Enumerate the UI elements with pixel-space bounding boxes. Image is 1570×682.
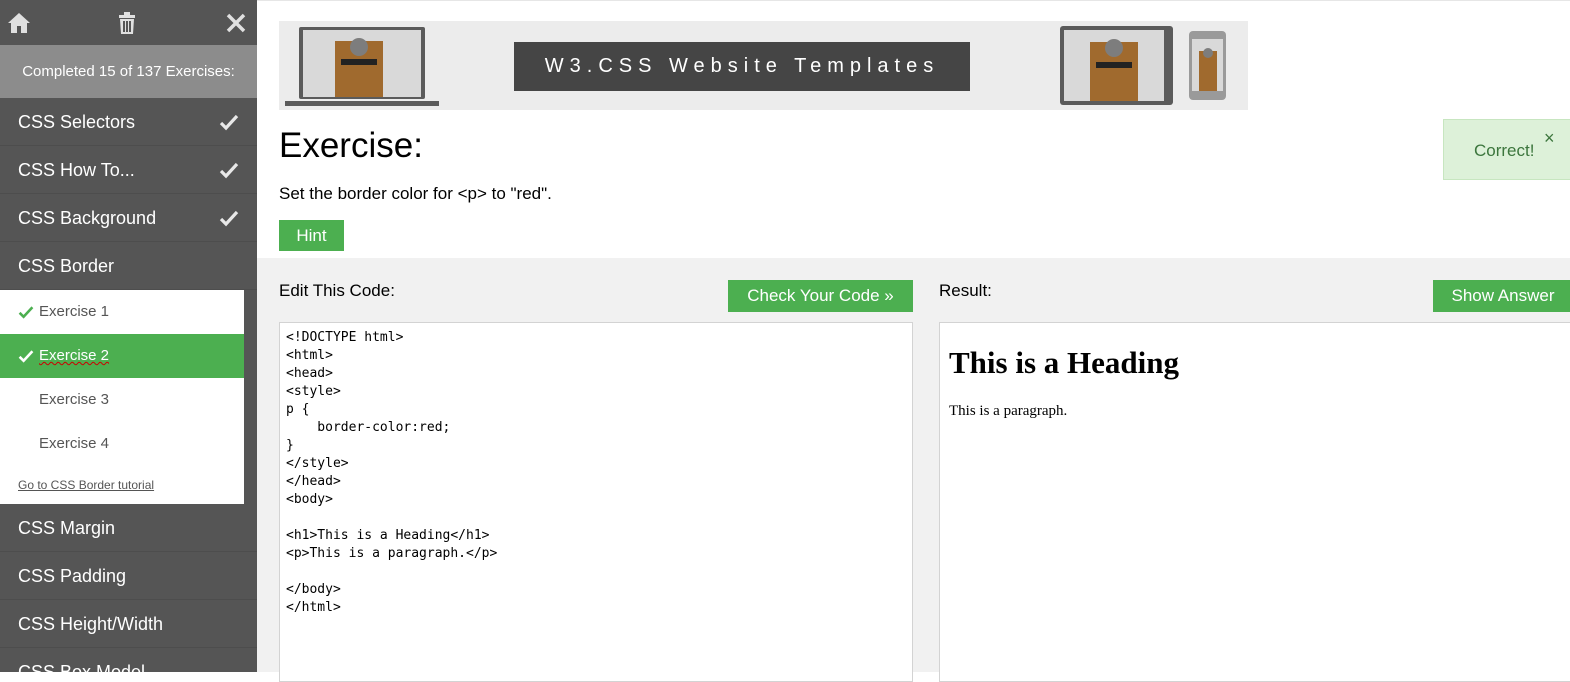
check-icon	[18, 306, 34, 319]
code-line: </html>	[286, 600, 341, 615]
code-line: }	[286, 438, 294, 453]
home-icon[interactable]	[6, 10, 32, 36]
code-line: p {	[286, 402, 310, 417]
result-frame: This is a Heading This is a paragraph.	[939, 322, 1570, 682]
code-editor[interactable]: <!DOCTYPE html> <html> <head> <style> p { bo…	[279, 322, 913, 682]
check-icon	[18, 350, 34, 363]
sidebar-topic-label: CSS Selectors	[18, 112, 136, 132]
banner-title: W3.CSS Website Templates	[514, 42, 970, 91]
code-line: border-color:red;	[286, 420, 451, 435]
show-answer-button[interactable]: Show Answer	[1433, 280, 1570, 312]
sidebar-topic-label: CSS How To...	[18, 160, 135, 180]
code-line: <head>	[286, 366, 333, 381]
result-paragraph: This is a paragraph.	[949, 403, 1068, 419]
trash-icon[interactable]	[114, 10, 140, 36]
exercise-label: Exercise 3	[39, 391, 110, 408]
code-line: <style>	[286, 384, 341, 399]
hint-button[interactable]: Hint	[279, 220, 344, 251]
editor-label: Edit This Code:	[279, 281, 395, 300]
exercise-title: Exercise:	[279, 126, 423, 165]
sidebar-topic-label: CSS Background	[18, 208, 157, 228]
phone-preview-icon	[1189, 31, 1226, 100]
sidebar-topic[interactable]: CSS Margin	[0, 504, 257, 552]
toast-close-icon[interactable]: ×	[1544, 128, 1555, 149]
progress-summary: Completed 15 of 137 Exercises:	[0, 45, 257, 98]
exercise-item[interactable]: Exercise 3	[0, 378, 244, 422]
sidebar-topic-active[interactable]: CSS Border	[0, 242, 257, 290]
sidebar-toolbar	[0, 0, 257, 45]
exercise-description: Set the border color for <p> to "red".	[279, 184, 552, 203]
correct-toast: Correct! ×	[1443, 119, 1570, 180]
sidebar-topic-label: CSS Margin	[18, 518, 116, 538]
sidebar-topic-label: CSS Padding	[18, 566, 127, 586]
code-line: <html>	[286, 348, 333, 363]
sidebar-topic[interactable]: CSS How To...	[0, 146, 257, 194]
result-heading: This is a Heading	[949, 345, 1179, 380]
code-line: </body>	[286, 582, 341, 597]
exercise-item[interactable]: Exercise 4	[0, 422, 244, 466]
tutorial-link[interactable]: Go to CSS Border tutorial	[0, 466, 244, 504]
exercise-label: Exercise 4	[39, 435, 110, 452]
toast-message: Correct!	[1474, 141, 1535, 160]
check-icon	[219, 210, 239, 227]
sidebar-topic[interactable]: CSS Background	[0, 194, 257, 242]
code-line: </head>	[286, 474, 341, 489]
sidebar-topic[interactable]: CSS Box Model	[0, 648, 257, 672]
sidebar-topic-label: CSS Box Model	[18, 662, 146, 672]
check-code-button[interactable]: Check Your Code »	[728, 280, 913, 312]
sidebar: Completed 15 of 137 Exercises: CSS Selec…	[0, 0, 257, 672]
exercise-label: Exercise 2	[39, 347, 110, 364]
sidebar-topic[interactable]: CSS Padding	[0, 552, 257, 600]
sidebar-topic-label: CSS Height/Width	[18, 614, 164, 634]
code-line: <p>This is a paragraph.</p>	[286, 546, 498, 561]
top-divider	[257, 0, 1570, 1]
close-icon[interactable]	[223, 10, 249, 36]
code-line: <h1>This is a Heading</h1>	[286, 528, 490, 543]
check-icon	[219, 114, 239, 131]
exercise-list: Exercise 1 Exercise 2 Exercise 3 Exercise 4…	[0, 290, 244, 504]
sidebar-topic[interactable]: CSS Selectors	[0, 98, 257, 146]
tablet-preview-icon	[1060, 26, 1173, 105]
sidebar-topic[interactable]: CSS Height/Width	[0, 600, 257, 648]
exercise-item[interactable]: Exercise 1	[0, 290, 244, 334]
code-line: <body>	[286, 492, 333, 507]
templates-banner[interactable]: W3.CSS Website Templates	[279, 21, 1248, 110]
exercise-label: Exercise 1	[39, 303, 110, 320]
code-line: </style>	[286, 456, 349, 471]
laptop-preview-icon	[285, 27, 439, 106]
check-icon	[219, 162, 239, 179]
result-label: Result:	[939, 281, 992, 300]
sidebar-topic-label: CSS Border	[18, 256, 115, 276]
code-line: <!DOCTYPE html>	[286, 330, 404, 345]
exercise-item[interactable]: Exercise 2	[0, 334, 244, 378]
